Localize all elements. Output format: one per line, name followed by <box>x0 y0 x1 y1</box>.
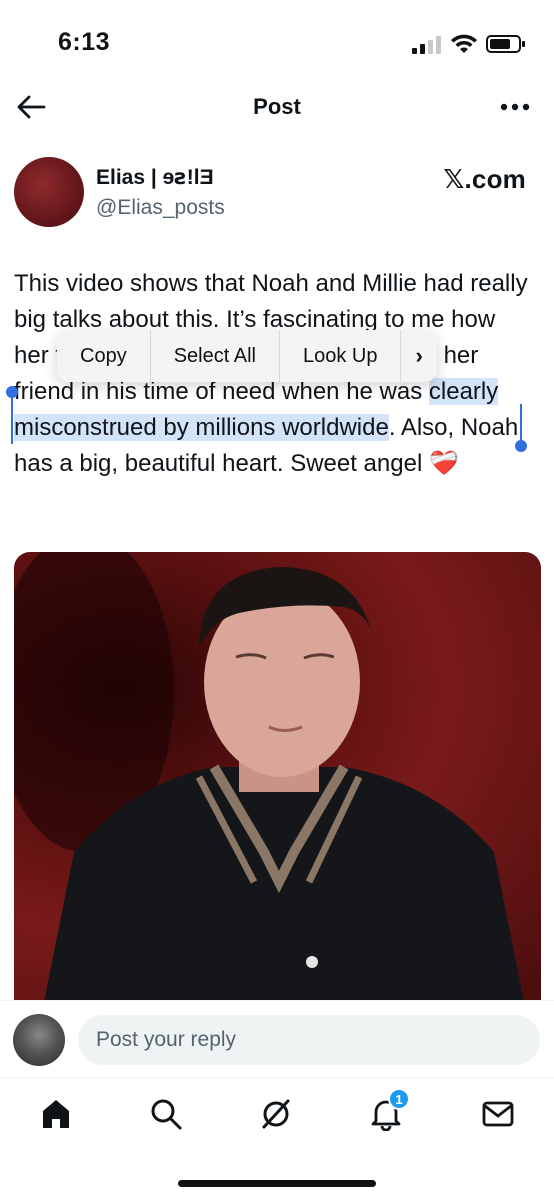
more-menu-arrow[interactable]: › <box>401 330 436 382</box>
grok-icon <box>262 1099 290 1129</box>
tab-grok[interactable] <box>256 1094 296 1134</box>
mail-icon <box>482 1101 514 1127</box>
tab-home[interactable] <box>36 1094 76 1134</box>
look-up-menu-item[interactable]: Look Up <box>280 330 401 382</box>
select-all-menu-item[interactable]: Select All <box>151 330 279 382</box>
home-indicator[interactable] <box>178 1180 376 1187</box>
x-logo-wordmark: 𝕏.com <box>443 164 526 194</box>
wifi-icon <box>451 34 477 53</box>
reply-input[interactable]: Post your reply <box>78 1015 540 1065</box>
selection-start-handle[interactable] <box>6 386 18 444</box>
author-avatar[interactable] <box>14 157 84 227</box>
post-video[interactable] <box>14 552 541 1002</box>
text-context-menu: Copy Select All Look Up › <box>57 330 437 382</box>
tab-notifications[interactable]: 1 <box>366 1088 410 1134</box>
bottom-tab-bar: 1 <box>0 1080 554 1150</box>
status-time: 6:13 <box>58 28 111 56</box>
author-handle[interactable]: @Elias_posts <box>96 196 225 220</box>
selection-end-handle[interactable] <box>515 404 527 452</box>
cellular-signal-icon <box>412 36 441 54</box>
page-title: Post <box>253 94 301 119</box>
author-name[interactable]: Elias | ɘꙅ!lƎ <box>96 165 214 190</box>
reply-bar: Post your reply <box>0 1000 554 1078</box>
top-nav: Post <box>0 80 554 134</box>
user-avatar[interactable] <box>13 1014 65 1066</box>
more-dots-icon <box>500 103 530 111</box>
copy-menu-item[interactable]: Copy <box>57 330 150 382</box>
video-frame-illustration <box>14 552 524 1002</box>
search-icon <box>151 1099 182 1130</box>
battery-icon <box>486 35 525 53</box>
status-bar: 6:13 <box>0 0 554 80</box>
more-options-button[interactable] <box>498 92 532 122</box>
notification-badge: 1 <box>388 1088 410 1110</box>
tab-messages[interactable] <box>478 1094 518 1134</box>
tab-search[interactable] <box>146 1094 186 1134</box>
home-icon <box>43 1100 69 1128</box>
